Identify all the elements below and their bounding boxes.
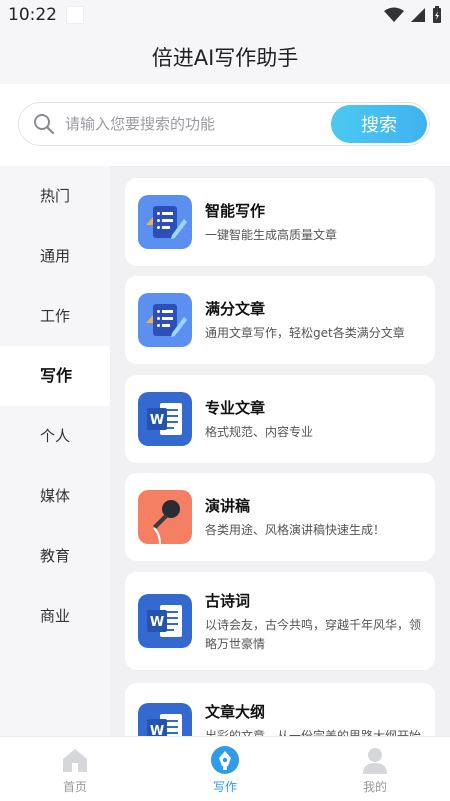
sidebar-item-writing[interactable]: 写作 [0,346,110,406]
sidebar-item-hot[interactable]: 热门 [0,166,110,226]
category-sidebar: 热门 通用 工作 写作 个人 媒体 教育 商业 [0,166,110,736]
status-bar: 10:22 [0,0,450,32]
nav-profile[interactable]: 我的 [300,737,450,801]
signal-icon [411,8,425,22]
nav-label: 写作 [212,780,237,794]
nav-label: 首页 [62,780,87,794]
feature-list: 智能写作 一键智能生成高质量文章 满分文章 通用文章写作，轻松get各类满分文章… [110,166,450,736]
bottom-nav: 首页 写作 我的 [0,736,450,801]
feature-card-outline[interactable]: W 文章大纲 出彩的文章，从一份完美的思路大纲开始 [125,683,435,736]
card-desc: 各类用途、风格演讲稿快速生成！ [205,523,386,537]
svg-text:W: W [150,615,164,630]
card-desc: 出彩的文章，从一份完美的思路大纲开始 [205,729,422,736]
search-button[interactable]: 搜索 [331,105,427,143]
feature-card-poetry[interactable]: W 古诗词 以诗会友，古今共鸣，穿越千年风华，领略万世豪情 [125,572,435,670]
status-icons [384,6,442,24]
status-time: 10:22 [8,5,57,25]
nav-home[interactable]: 首页 [0,737,150,801]
sidebar-item-business[interactable]: 商业 [0,586,110,646]
page-title: 倍进AI写作助手 [151,46,299,70]
home-icon [63,749,87,772]
pen-icon [211,746,239,774]
card-title: 智能写作 [205,202,266,220]
notification-icon [66,6,84,24]
sidebar-item-general[interactable]: 通用 [0,226,110,286]
svg-text:W: W [150,413,164,428]
card-desc: 格式规范、内容专业 [205,425,314,439]
card-desc: 通用文章写作，轻松get各类满分文章 [205,326,405,340]
card-title: 专业文章 [205,399,266,417]
card-title: 演讲稿 [205,497,251,515]
sidebar-item-media[interactable]: 媒体 [0,466,110,526]
feature-card-speech[interactable]: 演讲稿 各类用途、风格演讲稿快速生成！ [125,473,435,561]
svg-text:W: W [150,724,164,736]
card-desc: 以诗会友，古今共鸣，穿越千年风华，领略万世豪情 [205,618,422,651]
card-title: 文章大纲 [205,703,266,721]
feature-card-full-score-article[interactable]: 满分文章 通用文章写作，轻松get各类满分文章 [125,276,435,364]
header: 倍进AI写作助手 [0,32,450,84]
sidebar-item-education[interactable]: 教育 [0,526,110,586]
document-pencil-icon [138,293,192,347]
word-doc-icon: W [138,392,192,446]
person-icon [363,748,387,774]
search-bar: 搜索 [0,84,450,166]
search-input[interactable] [65,103,335,145]
card-desc: 一键智能生成高质量文章 [205,228,338,242]
nav-writing[interactable]: 写作 [150,737,300,801]
wifi-icon [384,7,404,22]
feature-card-smart-writing[interactable]: 智能写作 一键智能生成高质量文章 [125,178,435,266]
search-box: 搜索 [18,102,430,146]
nav-label: 我的 [362,780,387,794]
feature-card-professional-article[interactable]: W 专业文章 格式规范、内容专业 [125,375,435,463]
card-title: 满分文章 [205,300,266,318]
card-title: 古诗词 [205,592,251,610]
microphone-icon [138,490,192,544]
battery-icon [433,6,441,23]
word-doc-icon: W [138,703,192,736]
sidebar-item-personal[interactable]: 个人 [0,406,110,466]
sidebar-item-work[interactable]: 工作 [0,286,110,346]
document-pencil-icon [138,195,192,249]
search-icon [34,114,55,135]
word-doc-icon: W [138,594,192,648]
